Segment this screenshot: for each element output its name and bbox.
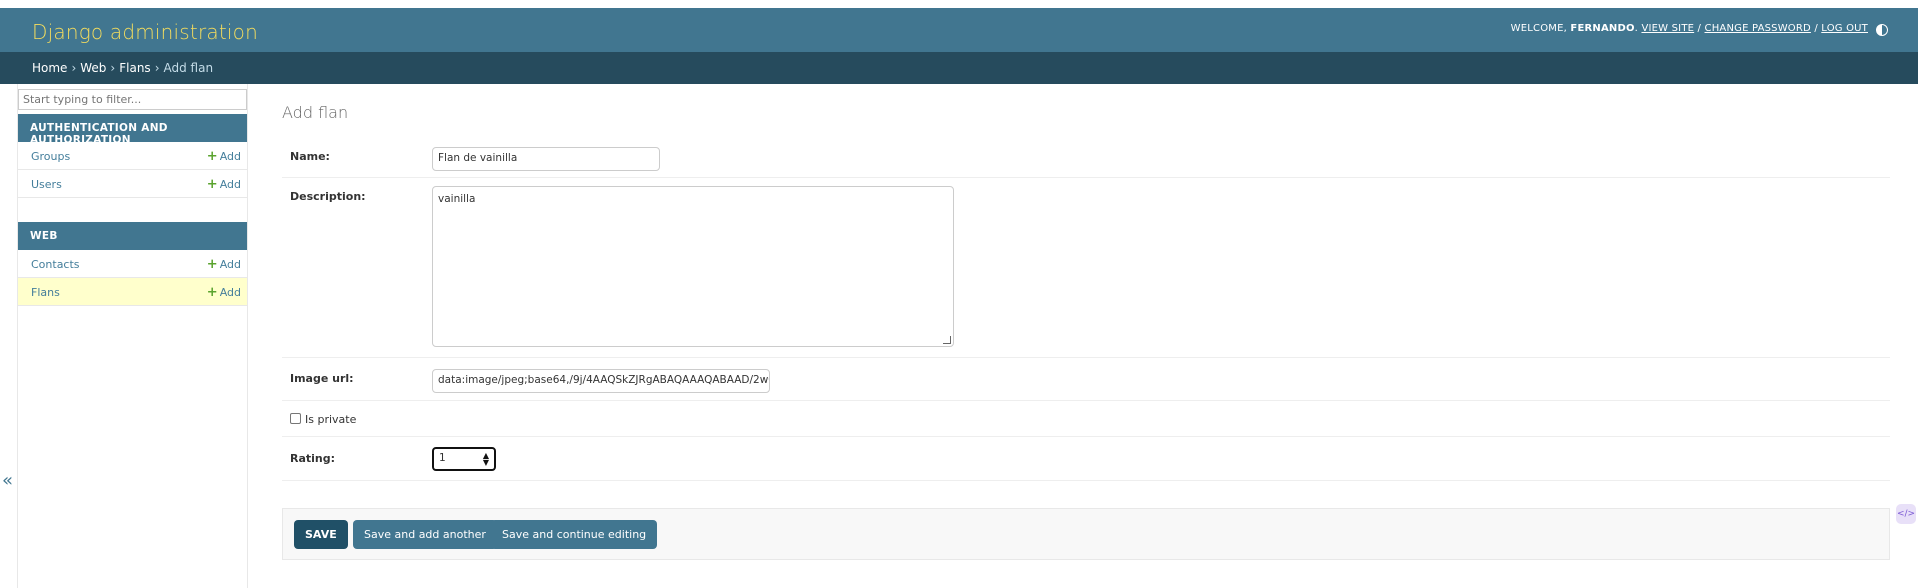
add-contacts-link[interactable]: + Add — [207, 257, 241, 272]
spinner-icon[interactable]: ▲ ▼ — [483, 452, 489, 467]
description-textarea[interactable]: vainilla — [432, 186, 954, 347]
welcome-label: WELCOME, — [1510, 23, 1568, 34]
form-row-is-private: Is private — [282, 401, 1890, 437]
sidebar-item-contacts: Contacts + Add — [18, 250, 247, 278]
add-users-link[interactable]: + Add — [207, 177, 241, 192]
add-label: Add — [219, 286, 241, 299]
name-input[interactable]: Flan de vainilla — [432, 147, 660, 171]
name-label: Name: — [290, 150, 330, 163]
breadcrumb: Home › Web › Flans › Add flan — [0, 52, 1918, 84]
submit-row: SAVE Save and add another Save and conti… — [282, 508, 1890, 560]
model-link-contacts[interactable]: Contacts — [31, 258, 80, 271]
nav-sidebar: Authentication and Authorization Groups … — [17, 84, 248, 588]
model-link-groups[interactable]: Groups — [31, 150, 70, 163]
form-row-description: Description: vainilla — [282, 178, 1890, 358]
description-label: Description: — [290, 190, 366, 203]
separator: . — [1634, 23, 1639, 34]
save-button[interactable]: SAVE — [294, 520, 348, 549]
log-out-link[interactable]: LOG OUT — [1821, 23, 1868, 34]
save-and-continue-button[interactable]: Save and continue editing — [491, 520, 658, 549]
plus-icon: + — [206, 177, 218, 192]
sidebar-item-users: Users + Add — [18, 170, 247, 198]
sidebar-filter-input[interactable] — [18, 89, 247, 110]
rating-label: Rating: — [290, 452, 336, 465]
username: FERNANDO — [1570, 23, 1635, 34]
sidebar-item-flans: Flans + Add — [18, 278, 247, 306]
user-tools: WELCOME, FERNANDO. VIEW SITE / CHANGE PA… — [1511, 23, 1868, 34]
module-caption-web[interactable]: Web — [18, 222, 247, 250]
add-label: Add — [219, 178, 241, 191]
site-brand[interactable]: Django administration — [32, 20, 258, 44]
add-label: Add — [219, 150, 241, 163]
model-link-users[interactable]: Users — [31, 178, 62, 191]
add-groups-link[interactable]: + Add — [207, 149, 241, 164]
model-link-flans[interactable]: Flans — [31, 286, 60, 299]
breadcrumb-current: Add flan — [163, 61, 214, 75]
plus-icon: + — [206, 285, 218, 300]
separator: / — [1697, 23, 1702, 34]
collapse-sidebar-icon[interactable]: « — [2, 470, 13, 491]
form-row-image-url: Image url: data:image/jpeg;base64,/9j/4A… — [282, 358, 1890, 401]
breadcrumb-flans[interactable]: Flans — [119, 61, 150, 75]
is-private-checkbox[interactable] — [290, 413, 301, 424]
breadcrumb-separator: › — [154, 61, 160, 75]
save-and-add-another-button[interactable]: Save and add another — [353, 520, 497, 549]
theme-toggle-icon[interactable] — [1876, 24, 1888, 36]
plus-icon: + — [206, 149, 218, 164]
image-url-input[interactable]: data:image/jpeg;base64,/9j/4AAQSkZJRgABA… — [432, 369, 770, 393]
view-site-link[interactable]: VIEW SITE — [1641, 23, 1694, 34]
extension-widget-icon[interactable]: </> — [1896, 504, 1916, 524]
breadcrumb-separator: › — [110, 61, 116, 75]
module-caption-auth[interactable]: Authentication and Authorization — [18, 114, 247, 146]
form-row-rating: Rating: 1 ▲ ▼ — [282, 437, 1890, 481]
top-strip — [0, 0, 1918, 8]
separator: / — [1814, 23, 1818, 34]
module-web: Web Contacts + Add Flans + Add — [18, 222, 247, 306]
form-row-name: Name: Flan de vainilla — [282, 134, 1890, 178]
rating-value: 1 — [439, 452, 446, 464]
description-value: vainilla — [438, 193, 476, 205]
breadcrumb-home[interactable]: Home — [32, 61, 67, 75]
breadcrumb-separator: › — [71, 61, 77, 75]
rating-input[interactable]: 1 ▲ ▼ — [432, 447, 496, 471]
breadcrumb-web[interactable]: Web — [80, 61, 106, 75]
site-header: Django administration WELCOME, FERNANDO.… — [0, 8, 1918, 52]
sidebar-item-groups: Groups + Add — [18, 142, 247, 170]
is-private-label[interactable]: Is private — [305, 413, 356, 426]
module-auth: Authentication and Authorization Groups … — [18, 114, 247, 198]
page-title: Add flan — [282, 103, 349, 122]
change-password-link[interactable]: CHANGE PASSWORD — [1705, 23, 1811, 34]
resize-grip-icon[interactable] — [943, 336, 951, 344]
add-flans-link[interactable]: + Add — [207, 285, 241, 300]
add-label: Add — [219, 258, 241, 271]
image-url-label: Image url: — [290, 372, 354, 385]
plus-icon: + — [206, 257, 218, 272]
